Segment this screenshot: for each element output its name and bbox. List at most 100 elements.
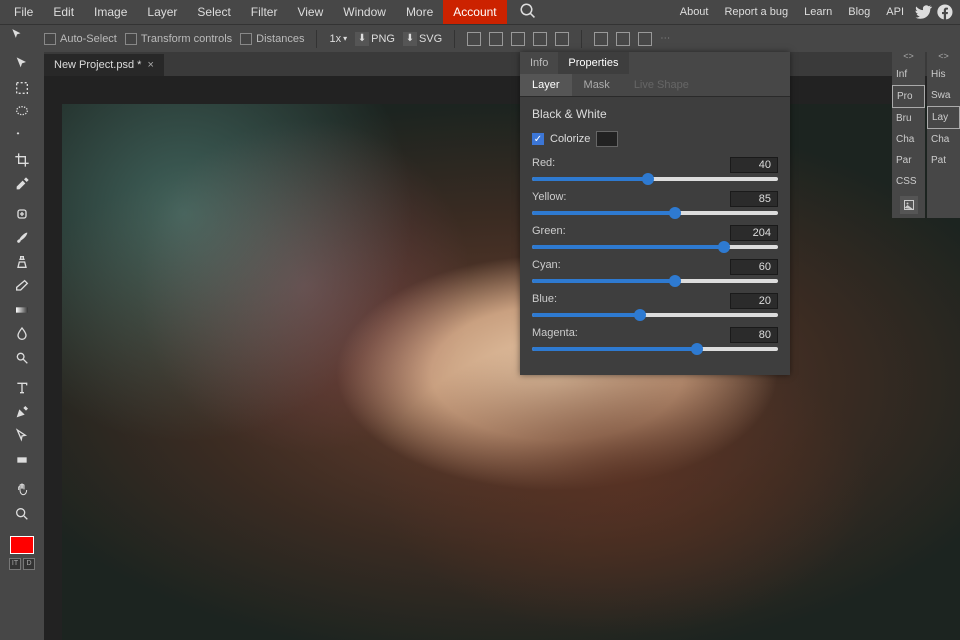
close-tab-icon[interactable]: × (147, 59, 153, 71)
dock-tab-inf[interactable]: Inf (892, 64, 925, 85)
clone-tool[interactable] (4, 250, 40, 274)
align-center-v-icon[interactable] (555, 32, 569, 46)
hand-tool[interactable] (4, 478, 40, 502)
align-right-icon[interactable] (511, 32, 525, 46)
eyedropper-tool[interactable] (4, 172, 40, 196)
dock-collapse-icon[interactable]: <> (892, 48, 925, 64)
slider-value-input[interactable]: 60 (730, 259, 778, 275)
canvas-area[interactable] (44, 76, 960, 640)
slider-label: Yellow: (532, 191, 566, 207)
subtab-liveshape: Live Shape (622, 74, 701, 96)
subtab-mask[interactable]: Mask (572, 74, 622, 96)
dock-tab-css[interactable]: CSS (892, 171, 925, 192)
zoom-tool[interactable] (4, 502, 40, 526)
move-tool-icon (10, 28, 24, 42)
menu-image[interactable]: Image (84, 1, 137, 23)
eraser-tool[interactable] (4, 274, 40, 298)
align-center-h-icon[interactable] (489, 32, 503, 46)
dodge-tool[interactable] (4, 346, 40, 370)
slider-value-input[interactable]: 20 (730, 293, 778, 309)
slider-cyan[interactable] (532, 279, 778, 283)
dock-tab-pro[interactable]: Pro (892, 85, 925, 108)
lasso-tool[interactable] (4, 100, 40, 124)
menu-window[interactable]: Window (333, 1, 396, 23)
zoom-dropdown[interactable]: 1x ▾ (329, 33, 347, 45)
auto-select-checkbox[interactable]: Auto-Select (44, 33, 117, 45)
colorize-swatch[interactable] (596, 131, 618, 147)
link-blog[interactable]: Blog (840, 2, 878, 22)
slider-magenta[interactable] (532, 347, 778, 351)
dock-tab-lay[interactable]: Lay (927, 106, 960, 129)
brush-tool[interactable] (4, 226, 40, 250)
slider-blue[interactable] (532, 313, 778, 317)
slider-label: Green: (532, 225, 566, 241)
link-about[interactable]: About (672, 2, 717, 22)
crop-tool[interactable] (4, 148, 40, 172)
slider-label: Cyan: (532, 259, 561, 275)
menu-select[interactable]: Select (187, 1, 240, 23)
colorize-checkbox[interactable]: ✓ (532, 133, 544, 145)
right-dock: <> InfProBruChaParCSS <> HisSwaLayChaPat (892, 48, 960, 218)
marquee-tool[interactable] (4, 76, 40, 100)
dock-tab-cha[interactable]: Cha (927, 129, 960, 150)
quickmask-toggles[interactable]: ITD (9, 558, 35, 570)
search-button[interactable] (507, 0, 549, 27)
document-tab[interactable]: New Project.psd * × (44, 54, 164, 76)
type-tool[interactable] (4, 376, 40, 400)
transform-controls-checkbox[interactable]: Transform controls (125, 33, 232, 45)
twitter-icon[interactable] (914, 3, 932, 21)
subtab-layer[interactable]: Layer (520, 74, 572, 96)
menu-view[interactable]: View (287, 1, 333, 23)
menu-account[interactable]: Account (443, 0, 506, 24)
dock-tab-his[interactable]: His (927, 64, 960, 85)
dock-tab-par[interactable]: Par (892, 150, 925, 171)
dock-tab-pat[interactable]: Pat (927, 150, 960, 171)
heal-tool[interactable] (4, 202, 40, 226)
magic-wand-tool[interactable] (4, 124, 40, 148)
align-top-icon[interactable] (533, 32, 547, 46)
distribute-h-icon[interactable] (594, 32, 608, 46)
shape-tool[interactable] (4, 448, 40, 472)
distances-checkbox[interactable]: Distances (240, 33, 304, 45)
document-tabbar: New Project.psd * × (0, 52, 960, 76)
dock-tab-cha[interactable]: Cha (892, 129, 925, 150)
slider-green[interactable] (532, 245, 778, 249)
slider-value-input[interactable]: 85 (730, 191, 778, 207)
distribute-spacing-icon[interactable] (638, 32, 652, 46)
tab-info[interactable]: Info (520, 52, 558, 74)
slider-value-input[interactable]: 204 (730, 225, 778, 241)
export-svg-button[interactable]: ⬇SVG (403, 32, 442, 46)
link-bug[interactable]: Report a bug (716, 2, 796, 22)
menu-filter[interactable]: Filter (241, 1, 288, 23)
slider-value-input[interactable]: 40 (730, 157, 778, 173)
menu-more[interactable]: More (396, 1, 443, 23)
toolbox: ITD (0, 52, 44, 570)
link-learn[interactable]: Learn (796, 2, 840, 22)
slider-label: Blue: (532, 293, 557, 309)
facebook-icon[interactable] (936, 3, 954, 21)
path-select-tool[interactable] (4, 424, 40, 448)
pen-tool[interactable] (4, 400, 40, 424)
dock-image-icon[interactable] (900, 196, 918, 214)
dock-collapse-icon[interactable]: <> (927, 48, 960, 64)
dock-tab-bru[interactable]: Bru (892, 108, 925, 129)
link-api[interactable]: API (878, 2, 912, 22)
align-left-icon[interactable] (467, 32, 481, 46)
foreground-color-swatch[interactable] (10, 536, 34, 554)
menu-file[interactable]: File (4, 1, 43, 23)
dock-tab-swa[interactable]: Swa (927, 85, 960, 106)
distribute-v-icon[interactable] (616, 32, 630, 46)
gradient-tool[interactable] (4, 298, 40, 322)
menu-edit[interactable]: Edit (43, 1, 84, 23)
search-icon (519, 2, 537, 20)
menubar: File Edit Image Layer Select Filter View… (0, 0, 960, 24)
blur-tool[interactable] (4, 322, 40, 346)
move-tool[interactable] (4, 52, 40, 76)
slider-yellow[interactable] (532, 211, 778, 215)
export-png-button[interactable]: ⬇PNG (355, 32, 395, 46)
slider-red[interactable] (532, 177, 778, 181)
menu-layer[interactable]: Layer (137, 1, 187, 23)
slider-value-input[interactable]: 80 (730, 327, 778, 343)
tab-properties[interactable]: Properties (558, 52, 628, 74)
document-tab-title: New Project.psd * (54, 59, 141, 71)
